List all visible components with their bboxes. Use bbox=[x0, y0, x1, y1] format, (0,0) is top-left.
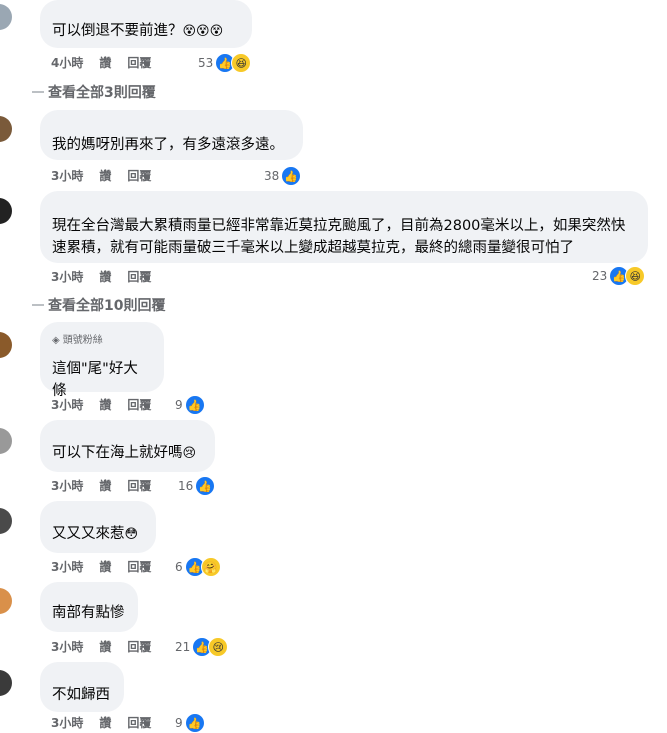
avatar[interactable] bbox=[0, 4, 12, 30]
reply-button[interactable]: 回覆 bbox=[127, 396, 151, 413]
care-icon: 🤗 bbox=[200, 557, 221, 577]
comment-text: 我的媽呀別再來了，有多遠滾多遠。 bbox=[52, 137, 284, 153]
reaction-count: 9 bbox=[175, 716, 183, 730]
view-all-replies-link[interactable]: 查看全部3則回覆 bbox=[32, 82, 156, 102]
badge-label: 頭號粉絲 bbox=[62, 335, 103, 346]
avatar[interactable] bbox=[0, 198, 12, 224]
avatar[interactable] bbox=[0, 588, 12, 614]
comment-actions: 3小時 讚 回覆 bbox=[51, 477, 151, 494]
comment-bubble: 現在全台灣最大累積雨量已經非常靠近莫拉克颱風了，目前為2800毫米以上，如果突然… bbox=[40, 191, 648, 263]
divider-dash bbox=[32, 91, 44, 93]
like-icon: 👍 bbox=[184, 395, 205, 415]
timestamp[interactable]: 3小時 bbox=[51, 396, 83, 413]
like-button[interactable]: 讚 bbox=[99, 396, 111, 413]
divider-dash bbox=[32, 304, 44, 306]
reaction-summary[interactable]: 23 👍 😆 bbox=[592, 266, 646, 286]
haha-icon: 😆 bbox=[231, 53, 252, 73]
timestamp[interactable]: 3小時 bbox=[51, 477, 83, 494]
view-all-replies-link[interactable]: 查看全部10則回覆 bbox=[32, 295, 165, 315]
like-button[interactable]: 讚 bbox=[99, 54, 111, 71]
comment-bubble: 可以倒退不要前進？😵😵😵 bbox=[40, 0, 252, 48]
reaction-count: 21 bbox=[175, 640, 191, 654]
comment-actions: 3小時 讚 回覆 bbox=[51, 714, 151, 731]
timestamp[interactable]: 3小時 bbox=[51, 558, 83, 575]
comment-text: 不如歸西 bbox=[52, 687, 110, 703]
timestamp[interactable]: 3小時 bbox=[51, 167, 83, 184]
reply-button[interactable]: 回覆 bbox=[127, 714, 151, 731]
comment-bubble: 可以下在海上就好嗎😢 bbox=[40, 420, 215, 472]
comment-text: 可以倒退不要前進？ bbox=[52, 23, 183, 39]
comment-bubble: 南部有點慘 bbox=[40, 582, 138, 632]
comment-text: 這個"尾"好大條 bbox=[52, 361, 138, 399]
comment-actions: 4小時 讚 回覆 bbox=[51, 54, 151, 71]
like-icon: 👍 bbox=[195, 476, 216, 496]
avatar[interactable] bbox=[0, 428, 12, 454]
comment-bubble: ◈ 頭號粉絲 這個"尾"好大條 bbox=[40, 322, 164, 399]
flushed-emoji: 😳 bbox=[124, 527, 139, 542]
timestamp[interactable]: 4小時 bbox=[51, 54, 83, 71]
reaction-summary[interactable]: 9 👍 bbox=[175, 713, 205, 733]
comment-actions: 3小時 讚 回覆 bbox=[51, 558, 151, 575]
reaction-count: 23 bbox=[592, 269, 608, 283]
like-button[interactable]: 讚 bbox=[99, 167, 111, 184]
reply-button[interactable]: 回覆 bbox=[127, 54, 151, 71]
reaction-count: 9 bbox=[175, 398, 183, 412]
reply-button[interactable]: 回覆 bbox=[127, 558, 151, 575]
reaction-summary[interactable]: 38 👍 bbox=[264, 166, 302, 186]
reaction-count: 6 bbox=[175, 560, 183, 574]
comment-actions: 3小時 讚 回覆 bbox=[51, 268, 151, 285]
comment-bubble: 我的媽呀別再來了，有多遠滾多遠。 bbox=[40, 110, 303, 160]
cry-emoji: 😢 bbox=[182, 446, 197, 461]
avatar[interactable] bbox=[0, 670, 12, 696]
timestamp[interactable]: 3小時 bbox=[51, 268, 83, 285]
reaction-summary[interactable]: 16 👍 bbox=[178, 476, 216, 496]
view-all-label: 查看全部10則回覆 bbox=[48, 298, 166, 314]
reply-button[interactable]: 回覆 bbox=[127, 638, 151, 655]
diamond-icon: ◈ bbox=[52, 335, 60, 346]
reaction-summary[interactable]: 6 👍 🤗 bbox=[175, 557, 221, 577]
comment-bubble: 又又又來惹😳 bbox=[40, 501, 156, 553]
timestamp[interactable]: 3小時 bbox=[51, 638, 83, 655]
reaction-count: 16 bbox=[178, 479, 194, 493]
like-icon: 👍 bbox=[184, 713, 205, 733]
like-button[interactable]: 讚 bbox=[99, 638, 111, 655]
comment-text: 又又又來惹 bbox=[52, 526, 125, 542]
comment-actions: 3小時 讚 回覆 bbox=[51, 638, 151, 655]
avatar[interactable] bbox=[0, 332, 12, 358]
sad-icon: 😢 bbox=[208, 637, 229, 657]
comment-actions: 3小時 讚 回覆 bbox=[51, 396, 151, 413]
top-fan-badge: ◈ 頭號粉絲 bbox=[52, 330, 152, 352]
like-button[interactable]: 讚 bbox=[99, 558, 111, 575]
reaction-summary[interactable]: 53 👍 😆 bbox=[198, 53, 252, 73]
comment-actions: 3小時 讚 回覆 bbox=[51, 167, 151, 184]
reaction-summary[interactable]: 21 👍 😢 bbox=[175, 637, 229, 657]
like-icon: 👍 bbox=[281, 166, 302, 186]
reaction-count: 53 bbox=[198, 56, 214, 70]
dizzy-emoji: 😵😵😵 bbox=[182, 24, 224, 39]
timestamp[interactable]: 3小時 bbox=[51, 714, 83, 731]
avatar[interactable] bbox=[0, 508, 12, 534]
reply-button[interactable]: 回覆 bbox=[127, 268, 151, 285]
like-button[interactable]: 讚 bbox=[99, 268, 111, 285]
like-button[interactable]: 讚 bbox=[99, 714, 111, 731]
avatar[interactable] bbox=[0, 116, 12, 142]
reaction-summary[interactable]: 9 👍 bbox=[175, 395, 205, 415]
haha-icon: 😆 bbox=[625, 266, 646, 286]
comment-text: 南部有點慘 bbox=[52, 605, 125, 621]
reaction-count: 38 bbox=[264, 169, 280, 183]
view-all-label: 查看全部3則回覆 bbox=[48, 85, 156, 101]
like-button[interactable]: 讚 bbox=[99, 477, 111, 494]
reply-button[interactable]: 回覆 bbox=[127, 167, 151, 184]
comment-text: 可以下在海上就好嗎 bbox=[52, 445, 183, 461]
comment-bubble: 不如歸西 bbox=[40, 662, 124, 712]
reply-button[interactable]: 回覆 bbox=[127, 477, 151, 494]
comment-text: 現在全台灣最大累積雨量已經非常靠近莫拉克颱風了，目前為2800毫米以上，如果突然… bbox=[52, 218, 626, 256]
